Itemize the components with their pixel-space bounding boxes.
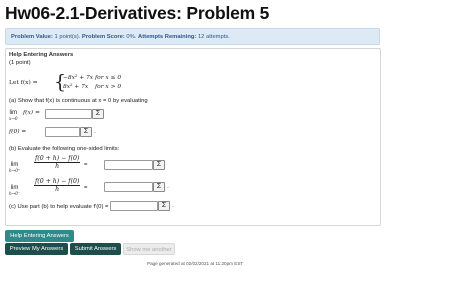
help-entering-link[interactable]: Help Entering Answers bbox=[9, 52, 73, 58]
limit-h-to-0-minus: lim h→0⁻ bbox=[9, 185, 20, 197]
part-c-prompt: (c) Use part (b) to help evaluate f′(0) … bbox=[9, 204, 109, 210]
submit-answers-button[interactable]: Submit Answers bbox=[70, 243, 121, 255]
attempts-remaining: 12 attempts. bbox=[197, 34, 230, 40]
lim-subscript: h→0⁻ bbox=[9, 191, 21, 196]
fraction-numerator: f(0 + h) − f(0) bbox=[34, 178, 81, 186]
equation-editor-icon[interactable]: Σ bbox=[153, 160, 165, 170]
period: . bbox=[167, 183, 169, 190]
lim-fx-label: f(x) = bbox=[23, 110, 40, 116]
part-a-prompt: (a) Show that f(x) is continuous at x = … bbox=[9, 98, 148, 104]
page-title: Hw06-2.1-Derivatives: Problem 5 bbox=[5, 3, 270, 23]
problem-info-bar: Problem Value: 1 point(s). Problem Score… bbox=[5, 28, 380, 45]
lim-subscript: h→0⁺ bbox=[9, 168, 21, 173]
period: . bbox=[172, 202, 174, 209]
case1-condition: for x ≤ 0 bbox=[95, 75, 122, 81]
answer-right-limit[interactable] bbox=[104, 160, 153, 170]
case1-expression: −8x² + 7x bbox=[63, 75, 94, 81]
answer-derivative-at-0[interactable] bbox=[110, 201, 158, 211]
answer-limit-fx[interactable] bbox=[45, 109, 92, 119]
fraction-denominator: h bbox=[55, 163, 60, 170]
f0-label: f(0) = bbox=[9, 129, 27, 135]
attempts-remaining-label: Attempts Remaining: bbox=[138, 34, 197, 40]
limit-h-to-0-plus: lim h→0⁺ bbox=[9, 162, 20, 174]
equals-sign: = bbox=[84, 162, 88, 168]
let-label: Let f(x) = bbox=[9, 80, 38, 86]
point-value: (1 point) bbox=[9, 60, 31, 66]
problem-value: 1 point(s). bbox=[54, 34, 81, 40]
problem-score-label: Problem Score: bbox=[81, 34, 125, 40]
limit-x-to-0: lim x→0 bbox=[9, 110, 18, 122]
equation-editor-icon[interactable]: Σ bbox=[92, 109, 104, 119]
help-entering-answers-button[interactable]: Help Entering Answers bbox=[5, 230, 74, 242]
problem-score: 0%. bbox=[126, 34, 137, 40]
answer-f0[interactable] bbox=[45, 127, 80, 137]
equals-sign: = bbox=[84, 185, 88, 191]
case2-condition: for x > 0 bbox=[95, 84, 122, 90]
fraction-numerator: f(0 + h) − f(0) bbox=[34, 155, 81, 163]
equation-editor-icon[interactable]: Σ bbox=[158, 201, 170, 211]
lim-subscript: x→0 bbox=[9, 116, 18, 121]
fraction-denominator: h bbox=[55, 186, 60, 193]
page-generated-footer: Page generated at 02/02/2021 at 11:20pm … bbox=[147, 261, 244, 266]
period: . bbox=[94, 128, 96, 135]
difference-quotient-plus: f(0 + h) − f(0) h bbox=[34, 155, 81, 170]
equation-editor-icon[interactable]: Σ bbox=[80, 127, 92, 137]
difference-quotient-minus: f(0 + h) − f(0) h bbox=[34, 178, 81, 193]
equation-editor-icon[interactable]: Σ bbox=[153, 182, 165, 192]
problem-value-label: Problem Value: bbox=[11, 34, 53, 40]
case2-expression: 8x² + 7x bbox=[63, 84, 89, 90]
answer-left-limit[interactable] bbox=[104, 182, 153, 192]
show-me-another-button[interactable]: Show me another bbox=[123, 243, 175, 255]
part-b-prompt: (b) Evaluate the following one-sided lim… bbox=[9, 146, 120, 152]
preview-answers-button[interactable]: Preview My Answers bbox=[5, 243, 68, 255]
